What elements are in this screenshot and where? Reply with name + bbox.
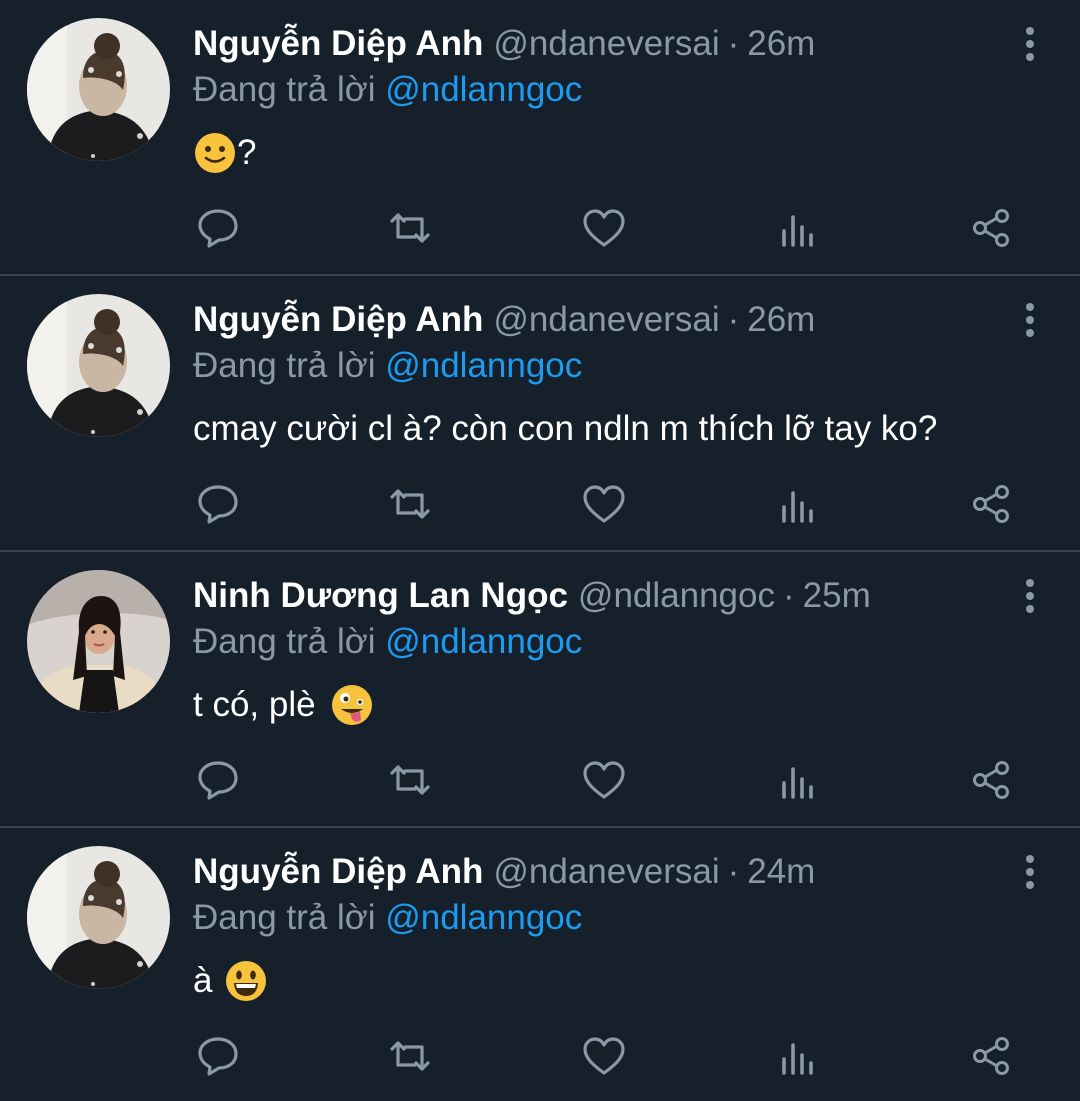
tweet[interactable]: Nguyễn Diệp Anh @ndaneversai · 26m Đang …: [0, 276, 1080, 552]
like-icon[interactable]: [579, 203, 629, 253]
reply-icon[interactable]: [193, 203, 243, 253]
tweet-actions: [193, 1031, 1023, 1081]
separator-dot: ·: [727, 300, 740, 339]
tweet-header: Nguyễn Diệp Anh @ndaneversai · 26m: [193, 296, 815, 344]
separator-dot: ·: [783, 576, 795, 615]
more-options-icon[interactable]: [1020, 302, 1040, 338]
replying-prefix: Đang trả lời: [193, 70, 376, 109]
avatar[interactable]: [27, 18, 170, 161]
user-handle[interactable]: @ndaneversai: [493, 296, 719, 344]
more-options-icon[interactable]: [1020, 26, 1040, 62]
tweet-text-content: cmay cười cl à? còn con ndln m thích lỡ …: [193, 409, 938, 448]
timestamp[interactable]: 24m: [747, 848, 815, 896]
display-name[interactable]: Nguyễn Diệp Anh: [193, 296, 483, 344]
tweet-header: Nguyễn Diệp Anh @ndaneversai · 24m: [193, 848, 815, 896]
replying-to: Đang trả lời @ndlanngoc: [193, 67, 582, 113]
separator-dot: ·: [727, 24, 740, 63]
tweet-actions: [193, 479, 1023, 529]
tweet-text: ?: [193, 126, 256, 180]
tweet-actions: [193, 755, 1023, 805]
tweet-header: Ninh Dương Lan Ngọc @ndlanngoc · 25m: [193, 572, 871, 620]
replying-to: Đang trả lời @ndlanngoc: [193, 619, 582, 665]
tweet-text-content: t có, plè: [193, 685, 316, 724]
user-handle[interactable]: @ndaneversai: [493, 848, 719, 896]
replying-prefix: Đang trả lời: [193, 622, 376, 661]
tweet-text: cmay cười cl à? còn con ndln m thích lỡ …: [193, 402, 937, 456]
avatar[interactable]: [27, 294, 170, 437]
tweet[interactable]: Nguyễn Diệp Anh @ndaneversai · 26m Đang …: [0, 0, 1080, 276]
zany-face-icon: [330, 683, 374, 727]
tweet-text-content: à: [193, 961, 213, 1000]
timestamp[interactable]: 26m: [747, 20, 815, 68]
share-icon[interactable]: [967, 1031, 1017, 1081]
display-name[interactable]: Ninh Dương Lan Ngọc: [193, 572, 568, 620]
analytics-icon[interactable]: [773, 479, 823, 529]
tweet[interactable]: Nguyễn Diệp Anh @ndaneversai · 24m Đang …: [0, 828, 1080, 1098]
share-icon[interactable]: [967, 203, 1017, 253]
more-options-icon[interactable]: [1020, 854, 1040, 890]
analytics-icon[interactable]: [773, 203, 823, 253]
tweet-text-content: ?: [237, 133, 257, 172]
replying-to: Đang trả lời @ndlanngoc: [193, 343, 582, 389]
analytics-icon[interactable]: [773, 755, 823, 805]
user-handle[interactable]: @ndaneversai: [493, 20, 719, 68]
mention-link[interactable]: @ndlanngoc: [385, 622, 582, 661]
display-name[interactable]: Nguyễn Diệp Anh: [193, 20, 483, 68]
display-name[interactable]: Nguyễn Diệp Anh: [193, 848, 483, 896]
tweet-feed: Nguyễn Diệp Anh @ndaneversai · 26m Đang …: [0, 0, 1080, 1098]
tweet-text: à: [193, 954, 268, 1008]
tweet-header: Nguyễn Diệp Anh @ndaneversai · 26m: [193, 20, 815, 68]
user-handle[interactable]: @ndlanngoc: [578, 572, 775, 620]
tweet-text: t có, plè: [193, 678, 374, 732]
retweet-icon[interactable]: [385, 755, 435, 805]
mention-link[interactable]: @ndlanngoc: [385, 346, 582, 385]
tweet[interactable]: Ninh Dương Lan Ngọc @ndlanngoc · 25m Đan…: [0, 552, 1080, 828]
grinning-face-icon: [224, 959, 268, 1003]
mention-link[interactable]: @ndlanngoc: [385, 70, 582, 109]
reply-icon[interactable]: [193, 755, 243, 805]
avatar[interactable]: [27, 846, 170, 989]
slightly-smiling-face-icon: [193, 131, 237, 175]
like-icon[interactable]: [579, 755, 629, 805]
like-icon[interactable]: [579, 1031, 629, 1081]
like-icon[interactable]: [579, 479, 629, 529]
timestamp[interactable]: 26m: [747, 296, 815, 344]
analytics-icon[interactable]: [773, 1031, 823, 1081]
timestamp[interactable]: 25m: [803, 572, 871, 620]
avatar[interactable]: [27, 570, 170, 713]
reply-icon[interactable]: [193, 479, 243, 529]
tweet-actions: [193, 203, 1023, 253]
share-icon[interactable]: [967, 479, 1017, 529]
replying-prefix: Đang trả lời: [193, 346, 376, 385]
separator-dot: ·: [727, 852, 740, 891]
replying-prefix: Đang trả lời: [193, 898, 376, 937]
reply-icon[interactable]: [193, 1031, 243, 1081]
mention-link[interactable]: @ndlanngoc: [385, 898, 582, 937]
replying-to: Đang trả lời @ndlanngoc: [193, 895, 582, 941]
share-icon[interactable]: [967, 755, 1017, 805]
retweet-icon[interactable]: [385, 1031, 435, 1081]
retweet-icon[interactable]: [385, 203, 435, 253]
more-options-icon[interactable]: [1020, 578, 1040, 614]
retweet-icon[interactable]: [385, 479, 435, 529]
